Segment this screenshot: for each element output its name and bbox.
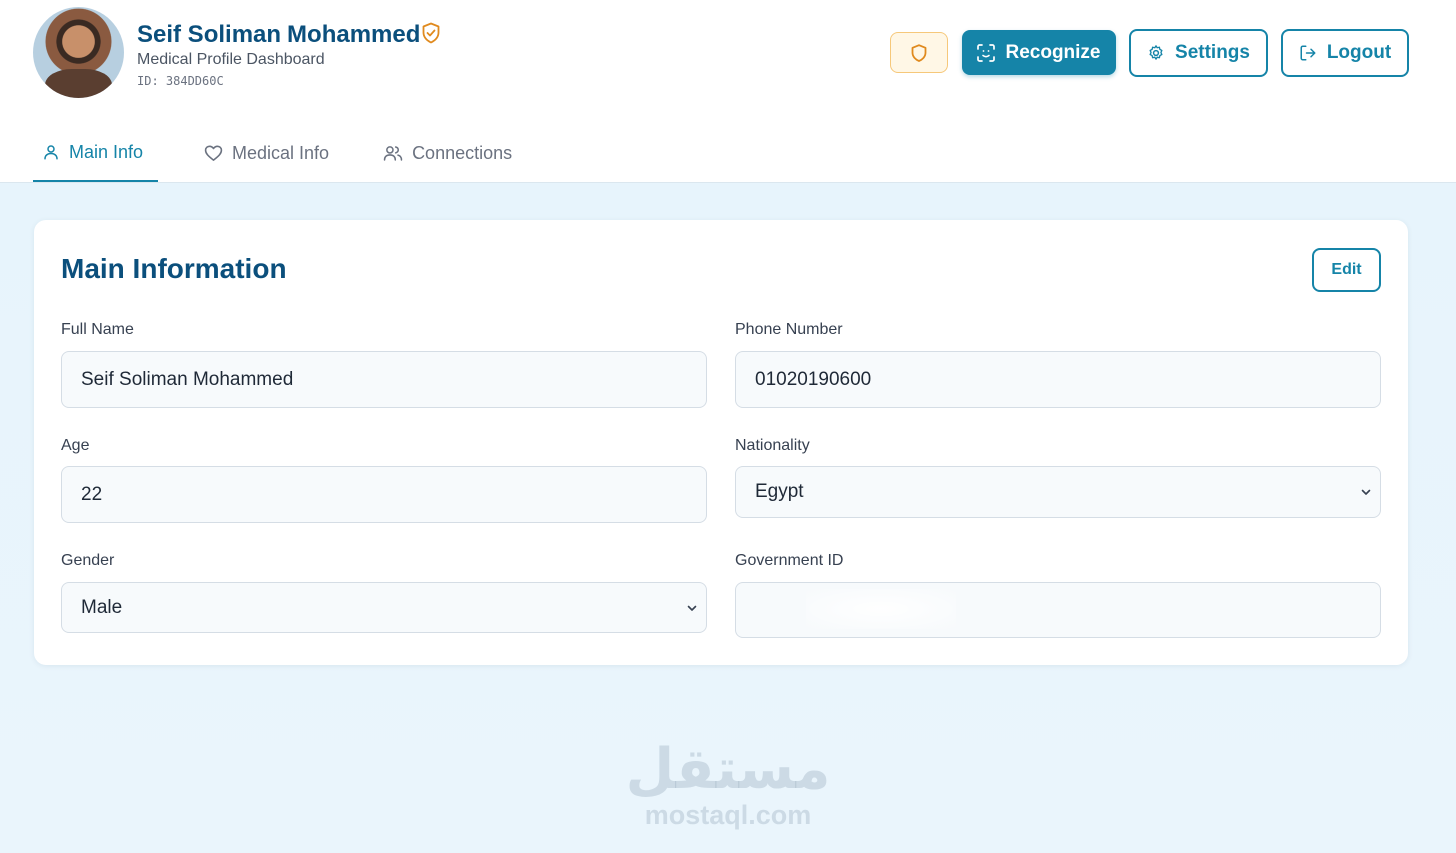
- government-id-input[interactable]: [735, 582, 1381, 638]
- phone-number-label: Phone Number: [735, 321, 843, 338]
- face-scan-icon: [977, 43, 996, 62]
- avatar-shoulders: [45, 69, 112, 98]
- shield-button[interactable]: [890, 32, 948, 73]
- government-id-label: Government ID: [735, 552, 844, 569]
- full-name-input[interactable]: Seif Soliman Mohammed: [61, 351, 707, 408]
- tab-connections[interactable]: Connections: [374, 124, 521, 182]
- phone-number-input[interactable]: 01020190600: [735, 351, 1381, 408]
- watermark-latin: mostaql.com: [644, 800, 812, 830]
- profile-name: Seif Soliman Mohammed: [137, 17, 420, 49]
- user-icon: [44, 145, 58, 160]
- nationality-label: Nationality: [735, 437, 810, 454]
- chevron-down-icon: [687, 605, 697, 611]
- heart-icon: [204, 145, 223, 161]
- settings-button[interactable]: Settings: [1129, 29, 1268, 77]
- logout-label: Logout: [1326, 42, 1392, 63]
- users-icon: [383, 146, 403, 161]
- profile-first-name: Seif Soliman: [137, 21, 282, 48]
- gender-select[interactable]: Male: [61, 582, 707, 633]
- full-name-label: Full Name: [61, 321, 134, 338]
- nationality-select[interactable]: Egypt: [735, 466, 1381, 518]
- recognize-label: Recognize: [1005, 41, 1101, 63]
- logout-icon: [1300, 45, 1316, 61]
- top-header: Seif Soliman Mohammed Medical Profile Da…: [0, 0, 1456, 183]
- full-name-value: Seif Soliman Mohammed: [81, 368, 294, 390]
- recognize-button[interactable]: Recognize: [962, 30, 1116, 75]
- verified-shield-icon: [422, 22, 440, 44]
- shield-icon: [911, 43, 927, 62]
- chevron-down-icon: [1361, 489, 1371, 495]
- redaction-blur: [806, 589, 956, 629]
- watermark: مستقل mostaql.com: [620, 740, 836, 840]
- gender-label: Gender: [61, 552, 115, 569]
- edit-button[interactable]: Edit: [1312, 248, 1381, 292]
- age-label: Age: [61, 437, 90, 454]
- tab-connections-label: Connections: [412, 142, 513, 163]
- tab-medical-info-label: Medical Info: [232, 142, 330, 163]
- tab-bar: Main Info Medical Info Connections: [33, 124, 521, 183]
- tab-main-info[interactable]: Main Info: [33, 124, 158, 182]
- user-id: ID: 384DD60C: [137, 74, 224, 88]
- gear-icon: [1149, 45, 1163, 60]
- phone-number-value: 01020190600: [755, 368, 872, 390]
- age-value: 22: [81, 483, 103, 505]
- logout-button[interactable]: Logout: [1281, 29, 1409, 77]
- profile-subtitle: Medical Profile Dashboard: [137, 51, 325, 68]
- card-title: Main Information: [61, 253, 287, 284]
- gender-value: Male: [81, 596, 123, 618]
- nationality-value: Egypt: [755, 481, 804, 502]
- watermark-arabic: مستقل: [625, 737, 831, 802]
- profile-last-name: Mohammed: [287, 21, 421, 48]
- main-information-card: Main Information Edit Full Name Seif Sol…: [34, 220, 1408, 665]
- settings-label: Settings: [1175, 42, 1250, 63]
- tab-medical-info[interactable]: Medical Info: [195, 124, 338, 182]
- avatar: [33, 7, 124, 98]
- age-input[interactable]: 22: [61, 466, 707, 523]
- tab-main-info-label: Main Info: [69, 141, 144, 162]
